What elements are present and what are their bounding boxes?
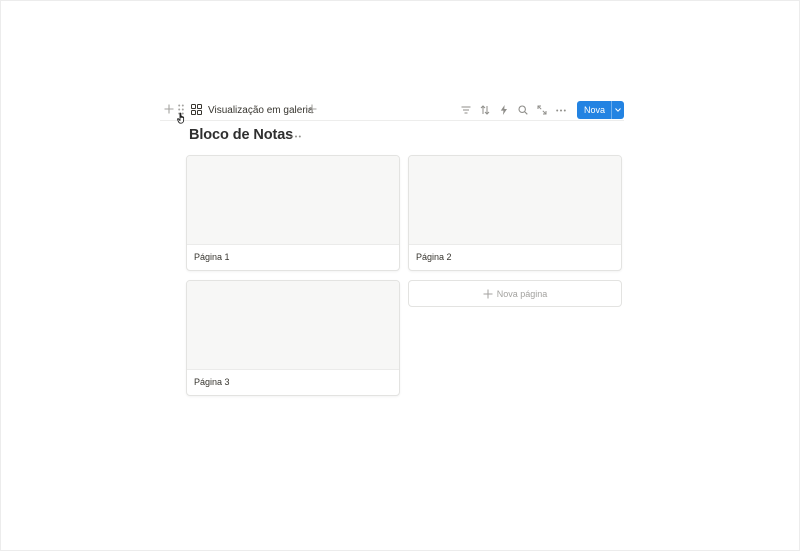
- page-frame: [0, 0, 800, 551]
- search-icon[interactable]: [514, 101, 532, 119]
- gallery-icon: [191, 104, 203, 116]
- toolbar-actions: Nova: [456, 100, 624, 120]
- add-block-icon[interactable]: [162, 100, 176, 118]
- card-title: Página 3: [194, 377, 230, 387]
- card-cover: [409, 156, 621, 245]
- expand-icon[interactable]: [533, 101, 551, 119]
- new-button[interactable]: Nova: [577, 101, 624, 119]
- hand-cursor-icon: [175, 110, 189, 126]
- card-title: Página 1: [194, 252, 230, 262]
- card-title: Página 2: [416, 252, 452, 262]
- gallery-card[interactable]: Página 2: [408, 155, 622, 271]
- database-title[interactable]: Bloco de Notas: [189, 127, 293, 143]
- new-button-label: Nova: [584, 105, 606, 115]
- sort-icon[interactable]: [476, 101, 494, 119]
- plus-icon: [483, 289, 493, 299]
- add-view-icon[interactable]: [305, 100, 319, 118]
- gallery-card[interactable]: Página 3: [186, 280, 400, 396]
- new-page-button[interactable]: Nova página: [408, 280, 622, 307]
- lightning-icon[interactable]: [495, 101, 513, 119]
- card-cover: [187, 156, 399, 245]
- database-more-icon[interactable]: [289, 130, 303, 142]
- tab-gallery-view[interactable]: Visualização em galeria: [191, 100, 313, 120]
- card-cover: [187, 281, 399, 370]
- gallery-card[interactable]: Página 1: [186, 155, 400, 271]
- chevron-down-icon[interactable]: [611, 101, 624, 119]
- more-icon[interactable]: [552, 101, 570, 119]
- database-toolbar: Visualização em galeria Nova: [160, 100, 624, 124]
- view-label: Visualização em galeria: [208, 104, 314, 116]
- new-page-label: Nova página: [496, 288, 548, 299]
- filter-icon[interactable]: [457, 101, 475, 119]
